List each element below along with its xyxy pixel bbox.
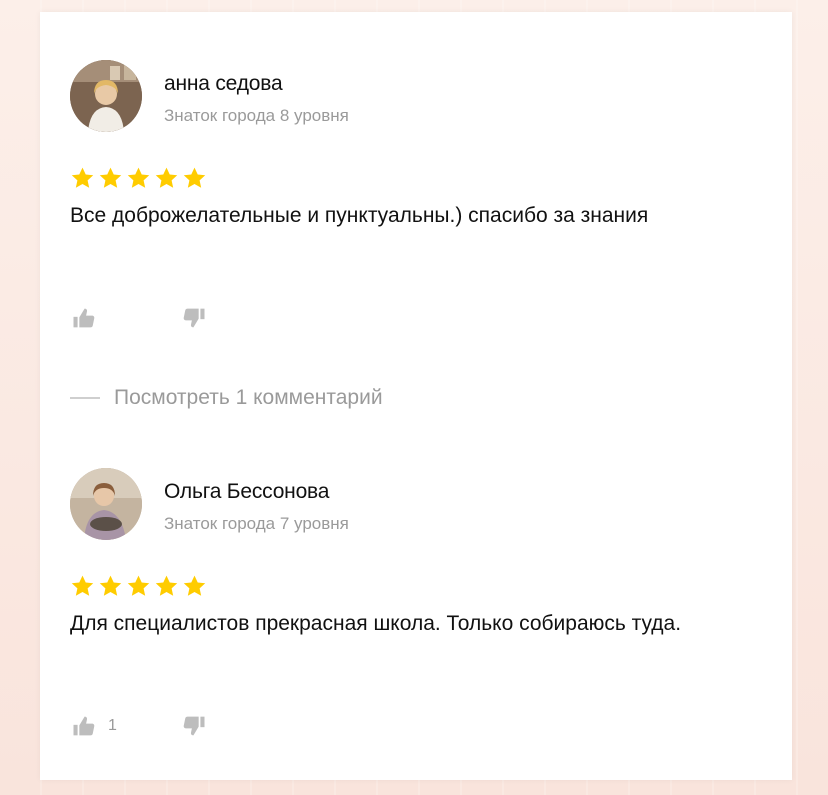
avatar[interactable] bbox=[70, 60, 142, 132]
author-name[interactable]: Ольга Бессонова bbox=[164, 480, 329, 504]
dislike-button[interactable] bbox=[180, 712, 218, 740]
avatar[interactable] bbox=[70, 468, 142, 540]
star-icon bbox=[127, 575, 150, 596]
thumbs-up-icon bbox=[73, 308, 95, 328]
star-icon bbox=[99, 167, 122, 188]
like-count: 1 bbox=[108, 717, 117, 734]
thumbs-up-icon bbox=[73, 716, 95, 736]
star-icon bbox=[183, 167, 206, 188]
review-votes: 1 bbox=[70, 712, 218, 740]
star-icon bbox=[155, 575, 178, 596]
reviews-card: анна седова Знаток города 8 уровня Все д… bbox=[40, 12, 792, 780]
rating-stars bbox=[70, 574, 207, 599]
review-votes bbox=[70, 304, 218, 332]
rating-stars bbox=[70, 166, 207, 191]
author-level: Знаток города 7 уровня bbox=[164, 514, 349, 533]
avatar-photo bbox=[70, 468, 142, 540]
review-text: Для специалистов прекрасная школа. Тольк… bbox=[70, 612, 682, 635]
review-text: Все доброжелательные и пунктуальны.) спа… bbox=[70, 204, 649, 227]
star-icon bbox=[99, 575, 122, 596]
star-icon bbox=[183, 575, 206, 596]
star-icon bbox=[155, 167, 178, 188]
thumbs-down-icon bbox=[183, 308, 205, 328]
dislike-button[interactable] bbox=[180, 304, 218, 332]
view-comments-label: Посмотреть 1 комментарий bbox=[114, 386, 383, 409]
thumbs-down-icon bbox=[183, 716, 205, 736]
like-button[interactable] bbox=[70, 304, 180, 332]
star-icon bbox=[71, 167, 94, 188]
view-comments-link[interactable]: Посмотреть 1 комментарий bbox=[70, 386, 383, 410]
star-icon bbox=[71, 575, 94, 596]
avatar-photo bbox=[70, 60, 142, 132]
star-icon bbox=[127, 167, 150, 188]
author-name[interactable]: анна седова bbox=[164, 72, 283, 96]
author-level: Знаток города 8 уровня bbox=[164, 106, 349, 125]
like-button[interactable]: 1 bbox=[70, 712, 180, 740]
divider-dash bbox=[70, 397, 100, 399]
